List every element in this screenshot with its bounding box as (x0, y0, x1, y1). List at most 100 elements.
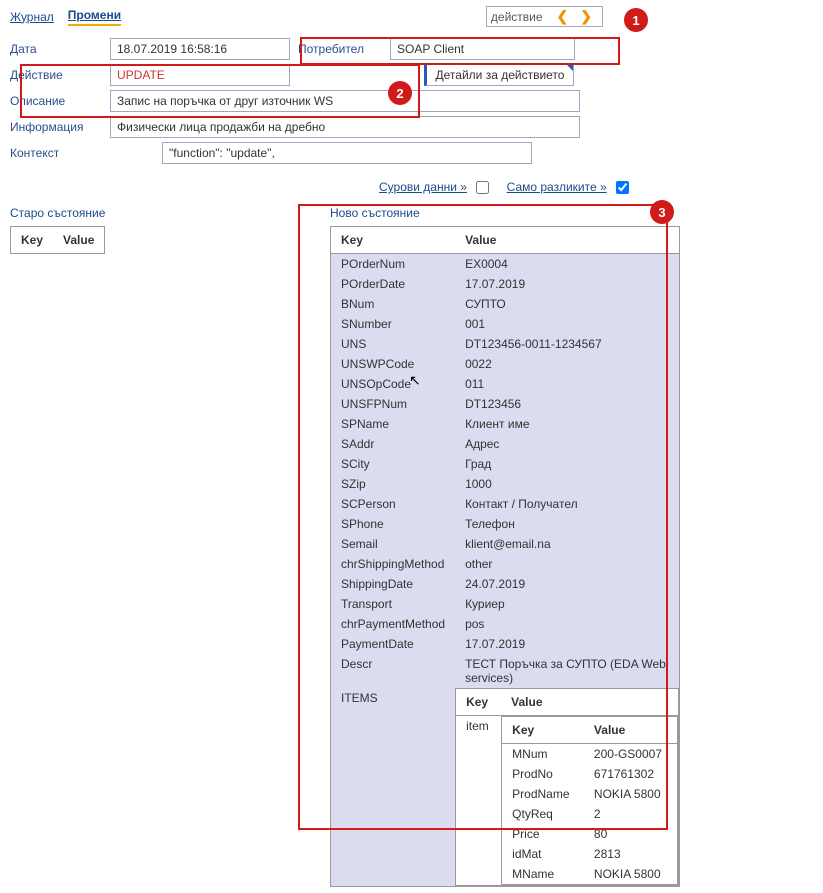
annotation-marker-2: 2 (388, 81, 412, 105)
table-cell-key: Transport (331, 594, 456, 614)
item-label: item (456, 716, 502, 886)
table-cell-value: 24.07.2019 (455, 574, 679, 594)
table-cell-key: UNSWPCode (331, 354, 456, 374)
new-state-title: Ново състояние (330, 206, 680, 220)
table-cell-value: 200-GS0007 (584, 744, 678, 765)
table-cell-key: MNum (502, 744, 584, 765)
th-key: Key (11, 227, 54, 254)
table-cell-value: Адрес (455, 434, 679, 454)
table-cell-value: Контакт / Получател (455, 494, 679, 514)
th-key: Key (331, 227, 456, 254)
table-cell-key: Price (502, 824, 584, 844)
table-cell-value: other (455, 554, 679, 574)
table-cell-value: 17.07.2019 (455, 634, 679, 654)
state-toggles: Сурови данни » Само разликите » (10, 180, 643, 194)
label-date: Дата (10, 40, 110, 58)
field-action: UPDATE (110, 64, 290, 86)
raw-data-link[interactable]: Сурови данни » (379, 180, 467, 194)
table-cell-key: ProdName (502, 784, 584, 804)
label-info: Информация (10, 118, 110, 136)
table-cell-key: SZip (331, 474, 456, 494)
items-key: ITEMS (331, 688, 456, 887)
table-cell-key: Semail (331, 534, 456, 554)
table-cell-value: 011 (455, 374, 679, 394)
table-cell-value: EX0004 (455, 254, 679, 275)
table-cell-key: QtyReq (502, 804, 584, 824)
table-cell-value: 80 (584, 824, 678, 844)
action-nav: действие ❮ ❯ (486, 6, 603, 27)
table-cell-key: POrderDate (331, 274, 456, 294)
diff-only-link[interactable]: Само разликите » (507, 180, 607, 194)
items-nested-table: Key Value item Key Value (455, 688, 679, 886)
table-cell-value: 001 (455, 314, 679, 334)
table-cell-key: SAddr (331, 434, 456, 454)
table-cell-key: UNSOpCode (331, 374, 456, 394)
label-user: Потребител (290, 42, 390, 56)
annotation-marker-1: 1 (624, 8, 648, 32)
old-state-table: Key Value (10, 226, 105, 254)
field-user: SOAP Client (390, 38, 575, 60)
item-detail-table: Key Value MNum200-GS0007ProdNo671761302P… (501, 716, 678, 885)
table-cell-value: 671761302 (584, 764, 678, 784)
raw-data-checkbox[interactable] (476, 181, 489, 194)
table-cell-value: NOKIA 5800 (584, 784, 678, 804)
table-cell-key: SNumber (331, 314, 456, 334)
table-cell-key: SCity (331, 454, 456, 474)
nav-next-icon[interactable]: ❯ (574, 8, 598, 25)
label-ctx: Контекст (10, 144, 110, 162)
th-value: Value (53, 227, 105, 254)
th-key: Key (502, 717, 584, 744)
tab-journal[interactable]: Журнал (10, 10, 54, 24)
label-action: Действие (10, 66, 110, 84)
table-cell-value: DT123456-0011-1234567 (455, 334, 679, 354)
table-cell-value: ТЕСТ Поръчка за СУПТО (EDA Web services) (455, 654, 679, 688)
table-cell-key: Descr (331, 654, 456, 688)
table-cell-value: 2 (584, 804, 678, 824)
annotation-marker-3: 3 (650, 200, 674, 224)
table-cell-key: MName (502, 864, 584, 885)
table-cell-key: chrPaymentMethod (331, 614, 456, 634)
table-cell-value: pos (455, 614, 679, 634)
nav-prev-icon[interactable]: ❮ (551, 8, 575, 25)
table-cell-key: BNum (331, 294, 456, 314)
th-value: Value (501, 689, 678, 716)
th-key: Key (456, 689, 502, 716)
diff-only-checkbox[interactable] (616, 181, 629, 194)
field-desc: Запис на поръчка от друг източник WS (110, 90, 580, 112)
table-cell-value: NOKIA 5800 (584, 864, 678, 885)
tabs-bar: Журнал Промени действие ❮ ❯ (10, 6, 813, 28)
table-cell-value: СУПТО (455, 294, 679, 314)
table-cell-key: SCPerson (331, 494, 456, 514)
table-cell-value: 1000 (455, 474, 679, 494)
table-cell-key: SPhone (331, 514, 456, 534)
nav-label: действие (491, 10, 543, 24)
field-info: Физически лица продажби на дребно (110, 116, 580, 138)
table-cell-key: idMat (502, 844, 584, 864)
old-state-title: Старо състояние (10, 206, 140, 220)
table-cell-value: 2813 (584, 844, 678, 864)
th-value: Value (584, 717, 678, 744)
table-cell-key: ProdNo (502, 764, 584, 784)
table-cell-value: Телефон (455, 514, 679, 534)
table-cell-key: POrderNum (331, 254, 456, 275)
table-cell-value: klient@email.na (455, 534, 679, 554)
table-cell-value: Град (455, 454, 679, 474)
table-cell-key: UNS (331, 334, 456, 354)
table-cell-key: ShippingDate (331, 574, 456, 594)
table-cell-value: Куриер (455, 594, 679, 614)
table-cell-value: Клиент име (455, 414, 679, 434)
label-desc: Описание (10, 92, 110, 110)
field-ctx: "function": "update", (162, 142, 532, 164)
table-cell-value: 0022 (455, 354, 679, 374)
new-state-table: Key Value POrderNumEX0004POrderDate17.07… (330, 226, 680, 887)
field-date: 18.07.2019 16:58:16 (110, 38, 290, 60)
table-cell-key: PaymentDate (331, 634, 456, 654)
table-cell-value: DT123456 (455, 394, 679, 414)
th-value: Value (455, 227, 679, 254)
tab-changes[interactable]: Промени (68, 8, 121, 26)
action-details-button[interactable]: Детайли за действието (424, 64, 574, 86)
table-cell-key: chrShippingMethod (331, 554, 456, 574)
table-cell-key: SPName (331, 414, 456, 434)
table-cell-key: UNSFPNum (331, 394, 456, 414)
table-cell-value: 17.07.2019 (455, 274, 679, 294)
